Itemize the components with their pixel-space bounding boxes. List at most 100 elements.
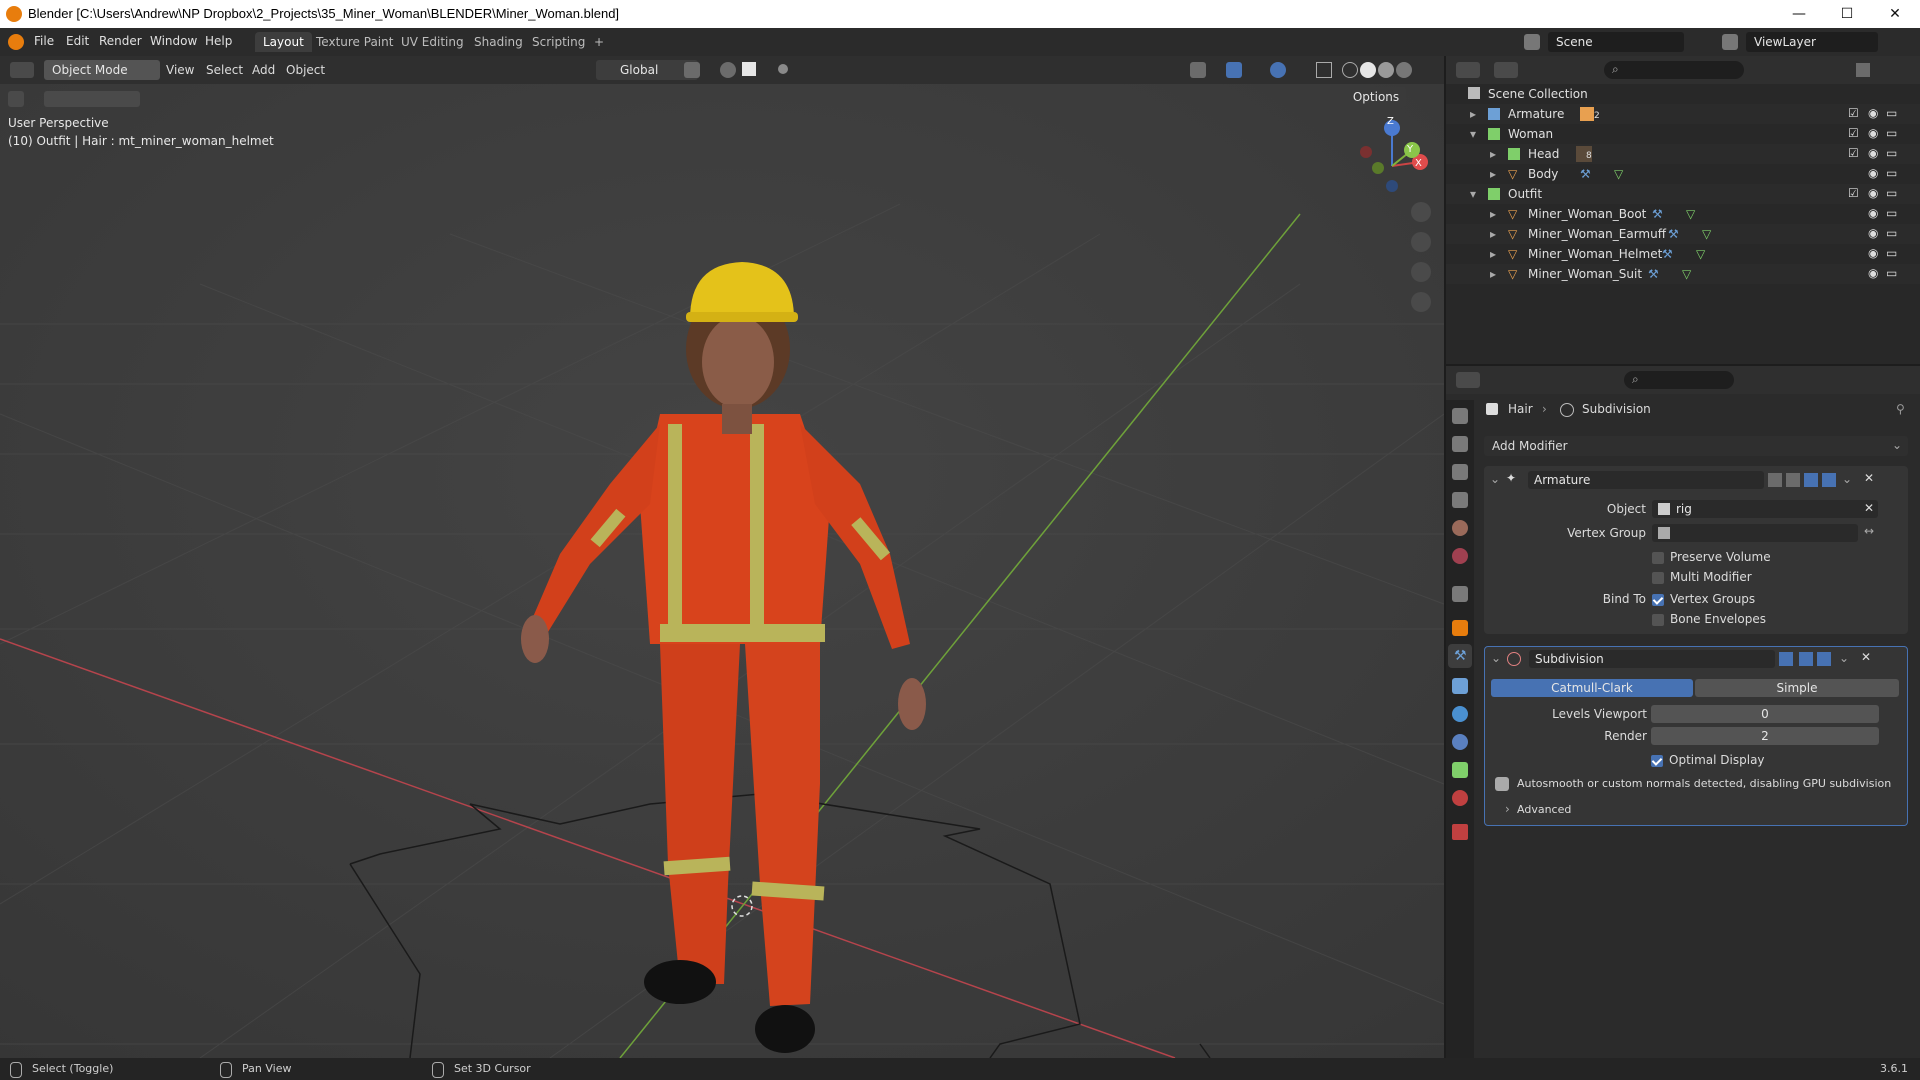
visibility-toggles[interactable]: ☑ ◉ ▭ ☑ ◉ ▭ ☑ ◉ ▭ ◉ ▭ ☑ ◉ ▭ ◉ ▭ ◉ ▭ ◉ ▭ … — [1848, 106, 1908, 286]
menu-window[interactable]: Window — [150, 34, 197, 48]
wrench-icon[interactable]: ⚒ — [1454, 648, 1467, 664]
render-toggle-icon[interactable] — [1822, 473, 1836, 487]
snap-target-icon[interactable] — [742, 62, 756, 76]
invert-vertex-group-icon[interactable]: ↔ — [1864, 524, 1874, 538]
exclude-checkbox[interactable]: ☑ — [1848, 106, 1859, 120]
optimal-display-checkbox[interactable] — [1651, 755, 1663, 767]
eye-icon[interactable]: ◉ — [1868, 126, 1878, 140]
gizmo-x-label[interactable]: X — [1415, 158, 1422, 169]
options-dropdown[interactable]: Options — [1346, 87, 1406, 107]
exclude-checkbox[interactable]: ☑ — [1848, 186, 1859, 200]
menu-add[interactable]: Add — [252, 63, 275, 77]
tab-shading[interactable]: Shading — [466, 32, 531, 52]
eye-icon[interactable]: ◉ — [1868, 186, 1878, 200]
maximize-button[interactable]: ☐ — [1824, 0, 1870, 28]
outliner-search-input[interactable] — [1604, 61, 1744, 79]
mode-selector[interactable]: Object Mode — [44, 60, 160, 80]
visibility-filter-icon[interactable] — [1190, 62, 1206, 78]
expand-icon[interactable]: ▸ — [1490, 247, 1496, 261]
vertex-group-field[interactable] — [1652, 524, 1858, 542]
menu-view[interactable]: View — [166, 63, 194, 77]
gizmo-z-label[interactable]: Z — [1387, 116, 1394, 127]
multi-modifier-checkbox[interactable] — [1652, 572, 1664, 584]
menu-object[interactable]: Object — [286, 63, 325, 77]
chevron-right-icon[interactable]: › — [1505, 802, 1510, 816]
render-toggle-icon[interactable]: ▭ — [1886, 146, 1897, 160]
clear-object-icon[interactable]: ✕ — [1864, 501, 1874, 515]
properties-editor-icon[interactable] — [1456, 372, 1480, 388]
filter-icon[interactable] — [1856, 63, 1870, 77]
expand-icon[interactable]: ▸ — [1490, 167, 1496, 181]
eye-icon[interactable]: ◉ — [1868, 146, 1878, 160]
eye-icon[interactable]: ◉ — [1868, 226, 1878, 240]
xray-toggle-icon[interactable] — [1316, 62, 1332, 78]
pin-icon[interactable]: ⚲ — [1896, 402, 1905, 416]
cage-toggle-icon[interactable] — [1786, 473, 1800, 487]
add-workspace-button[interactable]: + — [586, 32, 612, 52]
physics-tab-icon[interactable] — [1452, 706, 1468, 722]
tab-layout[interactable]: Layout — [255, 32, 312, 52]
pivot-point-icon[interactable] — [684, 62, 700, 78]
catmull-clark-button[interactable]: Catmull-Clark — [1491, 679, 1693, 697]
expand-icon[interactable]: ▸ — [1470, 107, 1476, 121]
render-tab-icon[interactable] — [1452, 436, 1468, 452]
collapse-icon[interactable]: ▾ — [1470, 127, 1476, 141]
tab-texture-paint[interactable]: Texture Paint — [308, 32, 401, 52]
ortho-grid-icon[interactable] — [1411, 292, 1431, 312]
collapse-icon[interactable]: ▾ — [1470, 187, 1476, 201]
menu-render[interactable]: Render — [99, 34, 142, 48]
subdivision-modifier-name-field[interactable]: Subdivision — [1529, 650, 1775, 668]
constraints-tab-icon[interactable] — [1452, 734, 1468, 750]
armature-modifier-name-field[interactable]: Armature — [1528, 471, 1764, 489]
preserve-volume-checkbox[interactable] — [1652, 552, 1664, 564]
expand-icon[interactable]: ▸ — [1490, 207, 1496, 221]
outliner-editor-icon[interactable] — [1456, 62, 1480, 78]
minimize-button[interactable]: — — [1776, 0, 1822, 28]
particles-tab-icon[interactable] — [1452, 678, 1468, 694]
close-window-button[interactable]: ✕ — [1872, 0, 1918, 28]
output-tab-icon[interactable] — [1452, 464, 1468, 480]
outliner-row-scene-collection[interactable]: Scene Collection — [1446, 84, 1920, 104]
object-field[interactable]: rig — [1652, 500, 1878, 518]
zoom-icon[interactable] — [1411, 202, 1431, 222]
render-toggle-icon[interactable]: ▭ — [1886, 246, 1897, 260]
world-tab-icon[interactable] — [1452, 548, 1468, 564]
bone-envelopes-checkbox[interactable] — [1652, 614, 1664, 626]
transform-orientation-selector[interactable]: Global — [596, 60, 698, 80]
eye-icon[interactable]: ◉ — [1868, 206, 1878, 220]
solid-shading-icon[interactable] — [1360, 62, 1376, 78]
render-toggle-icon[interactable] — [1817, 652, 1831, 666]
snap-icon[interactable] — [720, 62, 736, 78]
texture-tab-icon[interactable] — [1452, 824, 1468, 840]
menu-select[interactable]: Select — [206, 63, 243, 77]
eye-icon[interactable]: ◉ — [1868, 166, 1878, 180]
vertex-groups-checkbox[interactable] — [1652, 594, 1664, 606]
proportional-edit-icon[interactable] — [778, 64, 788, 74]
menu-file[interactable]: File — [34, 34, 54, 48]
render-toggle-icon[interactable]: ▭ — [1886, 226, 1897, 240]
tab-uv-editing[interactable]: UV Editing — [393, 32, 472, 52]
data-tab-icon[interactable] — [1452, 762, 1468, 778]
tab-scripting[interactable]: Scripting — [524, 32, 593, 52]
scene-icon[interactable] — [1524, 34, 1540, 50]
remove-modifier-icon[interactable]: ✕ — [1864, 471, 1874, 485]
overlays-toggle-icon[interactable] — [1270, 62, 1286, 78]
wireframe-shading-icon[interactable] — [1342, 62, 1358, 78]
render-toggle-icon[interactable]: ▭ — [1886, 166, 1897, 180]
expand-icon[interactable]: ▸ — [1490, 267, 1496, 281]
render-toggle-icon[interactable]: ▭ — [1886, 126, 1897, 140]
view-layer-icon[interactable] — [1722, 34, 1738, 50]
on-cage-toggle-icon[interactable] — [1779, 652, 1793, 666]
menu-edit[interactable]: Edit — [66, 34, 89, 48]
simple-button[interactable]: Simple — [1695, 679, 1899, 697]
view-layer-tab-icon[interactable] — [1452, 492, 1468, 508]
expand-icon[interactable]: ▸ — [1490, 227, 1496, 241]
remove-modifier-icon[interactable]: ✕ — [1861, 650, 1871, 664]
eye-icon[interactable]: ◉ — [1868, 266, 1878, 280]
advanced-subpanel[interactable]: Advanced — [1517, 803, 1571, 816]
tool-tab-icon[interactable] — [1452, 408, 1468, 424]
gizmo-toggle-icon[interactable] — [1226, 62, 1242, 78]
3d-viewport[interactable]: Options User Perspective (10) Outfit | H… — [0, 84, 1444, 1058]
chevron-down-icon[interactable]: ⌄ — [1842, 472, 1852, 486]
render-toggle-icon[interactable]: ▭ — [1886, 266, 1897, 280]
